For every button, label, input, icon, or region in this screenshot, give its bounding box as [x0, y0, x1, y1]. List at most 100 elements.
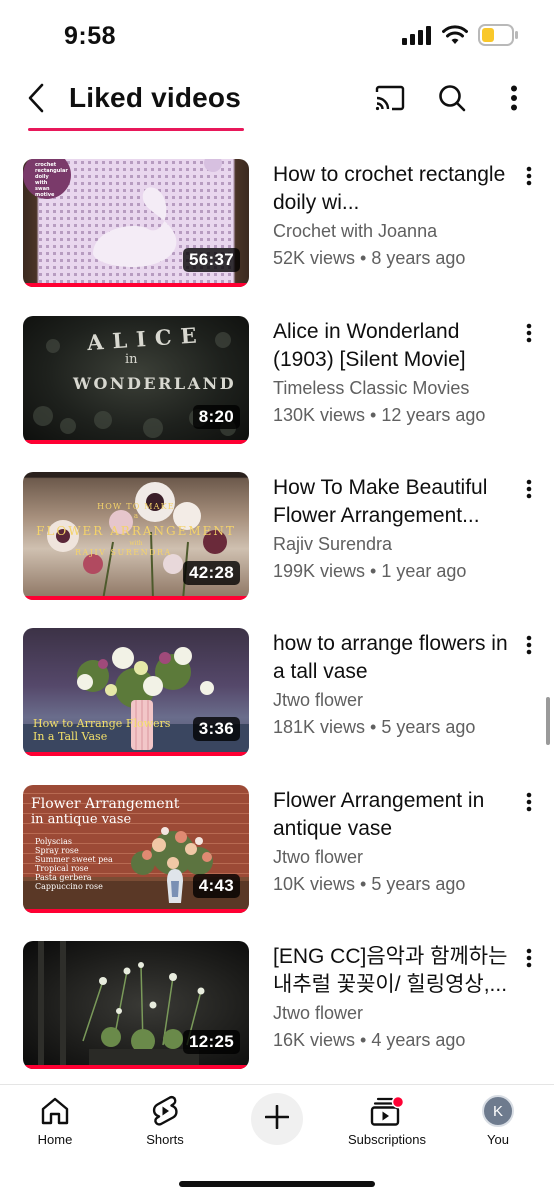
battery-icon	[478, 24, 518, 51]
wifi-icon	[442, 25, 468, 50]
nav-you[interactable]: K You	[443, 1085, 553, 1151]
video-item[interactable]: crochet rectangular doily with swan moti…	[0, 159, 554, 289]
thumb-caption: FLOWER ARRANGEMENT	[36, 524, 236, 538]
nav-label: Subscriptions	[347, 1132, 427, 1147]
video-title[interactable]: How to crochet rectangle doily wi...	[273, 161, 513, 217]
video-item[interactable]: How to Arrange Flowers In a Tall Vase 3:…	[0, 628, 554, 758]
video-item[interactable]: ALICE in WONDERLAND 8:20 Alice in Wonder…	[0, 316, 554, 446]
video-thumbnail[interactable]: crochet rectangular doily with swan moti…	[23, 159, 249, 287]
more-vertical-icon	[526, 166, 532, 191]
video-menu-button[interactable]	[518, 791, 540, 817]
thumb-caption: How to Arrange Flowers	[33, 717, 171, 730]
thumb-caption: in	[125, 352, 138, 367]
thumb-caption: Polyscias	[35, 837, 72, 846]
status-bar: 9:58	[0, 0, 554, 72]
video-title[interactable]: How To Make Beautiful Flower Arrangement…	[273, 474, 513, 530]
thumb-caption: Spray rose	[35, 846, 79, 855]
more-options-button[interactable]	[494, 80, 534, 120]
more-vertical-icon	[526, 948, 532, 973]
avatar-letter: K	[492, 1102, 503, 1120]
video-item[interactable]: Flower Arrangement in antique vase Polys…	[0, 785, 554, 915]
search-button[interactable]	[432, 80, 472, 120]
create-button[interactable]	[251, 1093, 303, 1145]
thumb-caption: Tropical rose	[35, 864, 89, 873]
watch-progress-bar	[23, 752, 249, 756]
more-vertical-icon	[526, 792, 532, 817]
video-meta: 16K views • 4 years ago	[273, 1030, 466, 1050]
video-duration: 8:20	[192, 405, 240, 429]
more-vertical-icon	[526, 635, 532, 660]
thumb-caption: in antique vase	[31, 812, 132, 827]
video-title[interactable]: Flower Arrangement in antique vase	[273, 787, 513, 843]
chevron-left-icon	[26, 83, 46, 118]
cellular-signal-icon	[402, 25, 432, 50]
watch-progress-bar	[23, 1065, 249, 1069]
video-menu-button[interactable]	[518, 165, 540, 191]
video-title[interactable]: how to arrange flowers in a tall vase	[273, 630, 513, 686]
shorts-icon	[151, 1095, 179, 1127]
video-channel: Crochet with Joanna	[273, 221, 438, 241]
home-icon	[39, 1095, 71, 1127]
video-meta: 52K views • 8 years ago	[273, 248, 466, 268]
video-meta: 10K views • 5 years ago	[273, 874, 466, 894]
video-duration: 12:25	[183, 1030, 240, 1054]
watch-progress-bar	[23, 440, 249, 444]
avatar: K	[482, 1095, 514, 1127]
thumb-caption: a	[133, 512, 139, 520]
nav-subscriptions[interactable]: Subscriptions	[332, 1085, 442, 1151]
video-thumbnail[interactable]: ALICE in WONDERLAND 8:20	[23, 316, 249, 444]
video-channel: Timeless Classic Movies	[273, 378, 470, 398]
title-underline	[28, 128, 244, 131]
watch-progress-bar	[23, 283, 249, 287]
home-indicator[interactable]	[179, 1181, 375, 1187]
video-thumbnail[interactable]: Flower Arrangement in antique vase Polys…	[23, 785, 249, 913]
thumb-caption: with	[129, 540, 143, 547]
cast-icon	[374, 85, 406, 116]
video-menu-button[interactable]	[518, 322, 540, 348]
scrollbar[interactable]	[546, 697, 550, 745]
nav-shorts[interactable]: Shorts	[110, 1085, 220, 1151]
thumb-caption: HOW TO MAKE	[97, 502, 175, 511]
more-vertical-icon	[526, 479, 532, 504]
app-header: Liked videos	[0, 72, 554, 128]
thumb-caption: Pasta gerbera	[35, 873, 92, 882]
video-meta: 130K views • 12 years ago	[273, 405, 486, 425]
more-vertical-icon	[510, 85, 518, 116]
thumb-caption: RAJIV SURENDRA	[75, 548, 172, 557]
video-menu-button[interactable]	[518, 478, 540, 504]
nav-home[interactable]: Home	[0, 1085, 110, 1151]
video-item[interactable]: 12:25 [ENG CC]음악과 함께하는 내추럴 꽃꽂이/ 힐링영상,...…	[0, 941, 554, 1071]
watch-progress-bar	[23, 596, 249, 600]
video-menu-button[interactable]	[518, 947, 540, 973]
thumb-caption: Cappuccino rose	[35, 882, 103, 891]
video-title[interactable]: [ENG CC]음악과 함께하는 내추럴 꽃꽂이/ 힐링영상,...	[273, 943, 513, 999]
video-meta: 199K views • 1 year ago	[273, 561, 467, 581]
video-channel: Rajiv Surendra	[273, 534, 393, 554]
search-icon	[438, 84, 466, 117]
video-thumbnail[interactable]: 12:25	[23, 941, 249, 1069]
page-title: Liked videos	[69, 82, 242, 113]
status-icons	[402, 24, 518, 51]
video-thumbnail[interactable]: How to Arrange Flowers In a Tall Vase 3:…	[23, 628, 249, 756]
video-channel: Jtwo flower	[273, 1003, 364, 1023]
video-duration: 3:36	[192, 717, 240, 741]
more-vertical-icon	[526, 323, 532, 348]
cast-button[interactable]	[370, 80, 410, 120]
video-channel: Jtwo flower	[273, 690, 364, 710]
video-thumbnail[interactable]: HOW TO MAKE a FLOWER ARRANGEMENT with RA…	[23, 472, 249, 600]
thumb-caption: Flower Arrangement	[31, 796, 180, 812]
thumb-caption: Summer sweet pea	[35, 855, 113, 864]
nav-label: Home	[37, 1132, 73, 1147]
plus-icon	[264, 1104, 290, 1134]
nav-label: Shorts	[146, 1132, 184, 1147]
video-menu-button[interactable]	[518, 634, 540, 660]
video-title[interactable]: Alice in Wonderland (1903) [Silent Movie…	[273, 318, 513, 374]
status-time: 9:58	[64, 22, 117, 50]
video-meta: 181K views • 5 years ago	[273, 717, 476, 737]
back-button[interactable]	[18, 80, 54, 120]
subscriptions-icon	[370, 1095, 404, 1127]
video-duration: 56:37	[183, 248, 240, 272]
video-item[interactable]: HOW TO MAKE a FLOWER ARRANGEMENT with RA…	[0, 472, 554, 602]
video-duration: 4:43	[192, 874, 240, 898]
thumb-caption: In a Tall Vase	[33, 730, 108, 743]
